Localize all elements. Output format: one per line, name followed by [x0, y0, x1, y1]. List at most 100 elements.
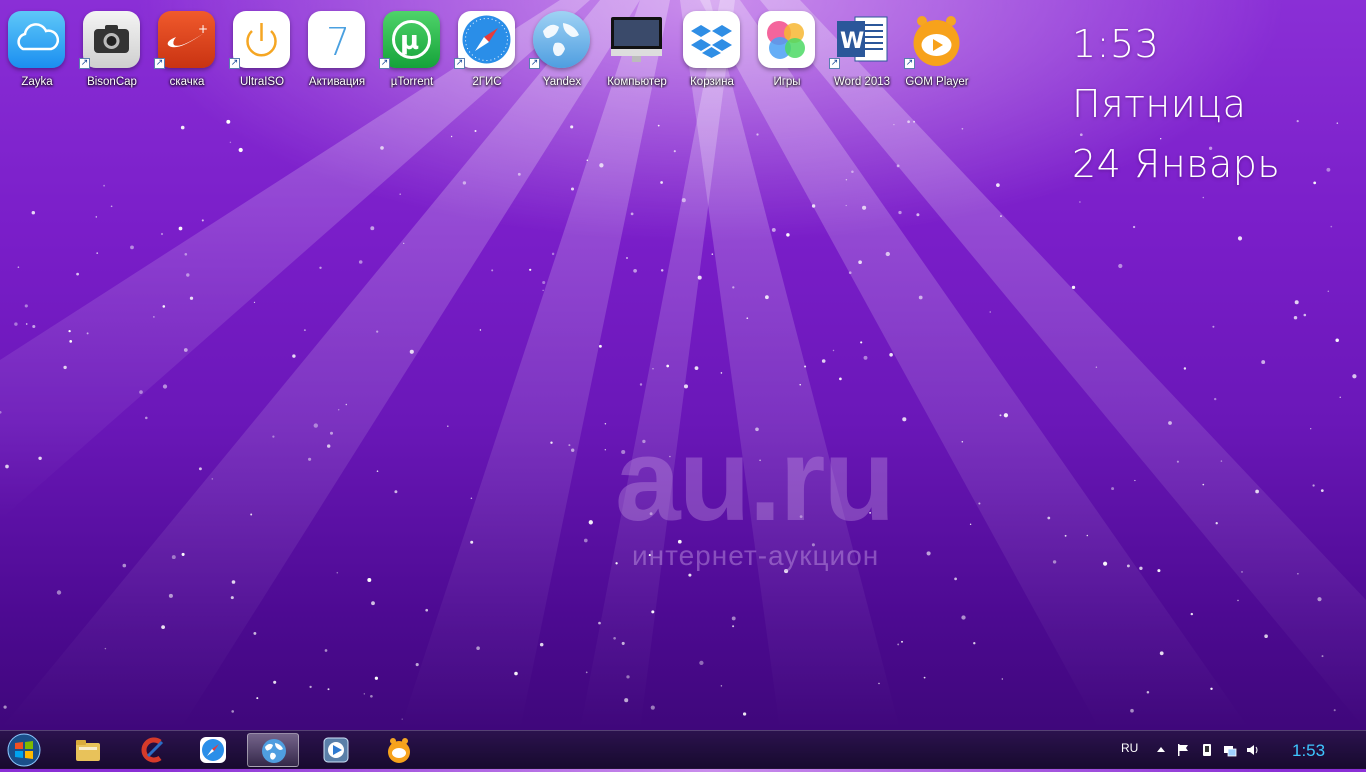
star	[479, 329, 482, 331]
desktop-icon-2gis[interactable]: ↗ 2ГИС	[450, 6, 524, 94]
star	[1118, 263, 1123, 269]
taskbar-item-gom-player[interactable]	[373, 733, 425, 767]
svg-text:W: W	[840, 29, 864, 54]
desktop-icon-games[interactable]: Игры	[750, 6, 824, 94]
desktop-icon-word-2013[interactable]: W ↗ Word 2013	[825, 6, 899, 94]
star	[517, 172, 521, 176]
taskbar-item-safari[interactable]	[187, 733, 239, 767]
taskbar: RU 1:53	[0, 730, 1366, 769]
action-center-flag-icon[interactable]	[1176, 743, 1190, 757]
star	[5, 464, 9, 469]
star	[145, 416, 148, 420]
desktop-icon-label: Активация	[308, 76, 366, 88]
desktop-icon-activation[interactable]: 7 Активация	[300, 6, 374, 94]
star	[878, 682, 880, 685]
desktop-icon-zayka[interactable]: Zayka	[0, 6, 74, 94]
star	[542, 289, 544, 291]
star	[1212, 325, 1215, 328]
show-hidden-icons-icon[interactable]	[1154, 743, 1168, 757]
gom-player-icon	[388, 738, 410, 763]
star	[598, 621, 601, 625]
star	[746, 317, 749, 320]
star	[183, 348, 188, 352]
star	[588, 520, 593, 525]
desktop-icon-gom-player[interactable]: ↗ GOM Player	[900, 6, 974, 94]
windows-start-icon	[7, 733, 41, 767]
star	[309, 685, 312, 689]
desktop-icon-recycle-bin[interactable]: Корзина	[675, 6, 749, 94]
star	[969, 523, 972, 525]
start-button[interactable]	[4, 732, 44, 768]
desktop-icon-ultraiso[interactable]: ↗ UltraISO	[225, 6, 299, 94]
language-indicator[interactable]: RU	[1121, 741, 1138, 755]
star	[539, 642, 544, 647]
desktop-icon-skachka[interactable]: + ↗ скачка	[150, 6, 224, 94]
star	[17, 266, 20, 269]
star	[380, 146, 384, 150]
taskbar-item-yandex[interactable]	[247, 733, 299, 767]
star	[851, 170, 854, 174]
device-icon[interactable]	[1200, 743, 1214, 757]
star	[110, 205, 113, 208]
star	[104, 647, 107, 650]
star	[63, 365, 67, 370]
star	[1261, 360, 1266, 365]
star	[1003, 413, 1009, 418]
star	[1132, 225, 1136, 229]
star	[130, 245, 134, 250]
star	[470, 540, 474, 544]
desktop-icon-bisoncap[interactable]: ↗ BisonCap	[75, 6, 149, 94]
shortcut-arrow-icon: ↗	[904, 58, 915, 69]
desktop-icon-computer[interactable]: Компьютер	[600, 6, 674, 94]
system-tray: RU 1:53	[1116, 731, 1366, 769]
star	[363, 693, 365, 695]
star	[329, 431, 334, 435]
star	[897, 643, 900, 646]
star	[376, 470, 379, 473]
star	[230, 596, 234, 600]
star	[476, 646, 480, 650]
star	[514, 671, 518, 676]
star	[1330, 225, 1333, 228]
star	[403, 242, 405, 244]
star	[989, 311, 991, 313]
star	[1215, 522, 1218, 525]
star	[231, 710, 235, 713]
star	[799, 383, 801, 386]
taskbar-clock[interactable]: 1:53	[1292, 741, 1325, 761]
star	[103, 184, 105, 187]
star	[376, 330, 379, 333]
star	[401, 718, 403, 720]
star	[184, 252, 188, 256]
desktop-icon-yandex[interactable]: ↗ Yandex	[525, 6, 599, 94]
ccleaner-icon	[141, 737, 164, 763]
svg-text:µ: µ	[400, 26, 419, 56]
star	[336, 571, 339, 574]
desktop-icon-label: Word 2013	[833, 76, 891, 88]
star	[399, 193, 401, 195]
star	[604, 449, 606, 451]
star	[1001, 678, 1003, 680]
volume-icon[interactable]	[1246, 743, 1260, 757]
star	[1214, 397, 1217, 401]
star	[370, 226, 375, 231]
star	[31, 210, 36, 215]
taskbar-item-ccleaner[interactable]	[126, 733, 178, 767]
star	[1313, 181, 1317, 185]
star	[742, 712, 747, 716]
star	[898, 210, 902, 215]
star	[272, 435, 275, 438]
star	[153, 316, 155, 318]
star	[660, 269, 664, 272]
shortcut-arrow-icon: ↗	[454, 58, 465, 69]
desktop-icon-utorrent[interactable]: µ ↗ µTorrent	[375, 6, 449, 94]
star	[273, 680, 277, 684]
taskbar-item-media-player[interactable]	[310, 733, 362, 767]
network-icon[interactable]	[1223, 743, 1237, 757]
star	[821, 359, 826, 363]
star	[860, 341, 863, 344]
star	[1339, 396, 1341, 398]
star	[1202, 196, 1205, 199]
taskbar-item-explorer[interactable]	[62, 733, 114, 767]
utorrent-icon: µ	[383, 11, 440, 68]
